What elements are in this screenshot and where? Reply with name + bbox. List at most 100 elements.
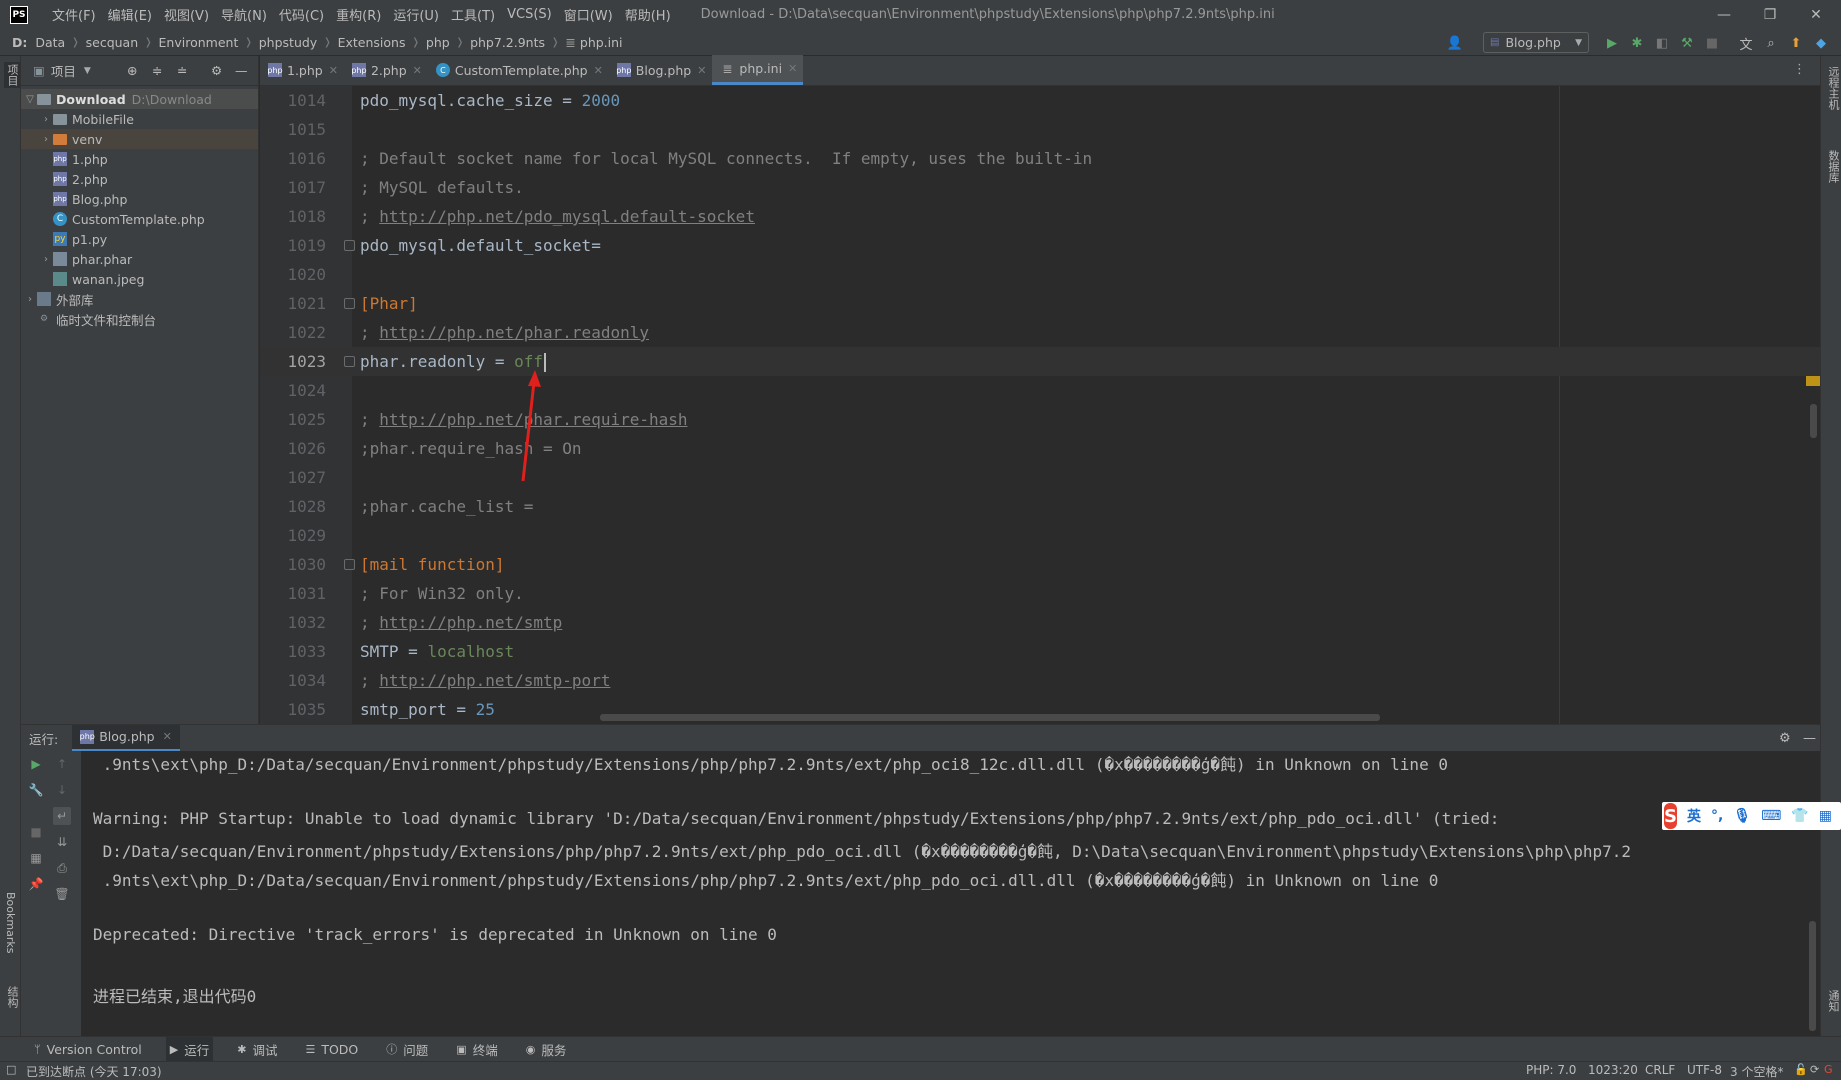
breadcrumb-drive[interactable]: D: — [8, 35, 31, 50]
menu-navigate[interactable]: 导航(N) — [215, 5, 273, 24]
tree-item-external-libs[interactable]: › 外部库 — [21, 289, 258, 309]
google-icon[interactable]: G — [1824, 1063, 1833, 1076]
locate-icon[interactable]: ⊕ — [127, 63, 137, 78]
close-window-icon[interactable]: ✕ — [1793, 0, 1839, 29]
run-tab-blog-php[interactable]: php Blog.php ✕ — [72, 724, 180, 752]
soft-wrap-icon[interactable]: ↵ — [53, 807, 71, 825]
menu-tools[interactable]: 工具(T) — [445, 5, 501, 24]
expand-all-icon[interactable]: ≑ — [152, 63, 162, 78]
tab-blog-php[interactable]: php Blog.php ✕ — [609, 55, 713, 85]
tree-item-venv[interactable]: › venv — [21, 129, 258, 149]
update-icon[interactable]: ⬆ — [1787, 34, 1805, 52]
trash-icon[interactable]: 🗑 — [53, 885, 71, 903]
tree-item-wanan-jpeg[interactable]: wanan.jpeg — [21, 269, 258, 289]
gear-icon[interactable]: ⚙ — [211, 63, 222, 78]
down-arrow-icon[interactable]: ↓ — [53, 781, 71, 799]
notifications-tool-button[interactable]: 通知 — [1825, 990, 1841, 1012]
tree-item-1-php[interactable]: php 1.php — [21, 149, 258, 169]
gear-icon[interactable]: ⚙ — [1779, 731, 1791, 746]
sync-icon[interactable]: ⟳ — [1810, 1063, 1819, 1076]
close-tab-icon[interactable]: ✕ — [788, 62, 797, 75]
tab-php-ini[interactable]: ≣ php.ini ✕ — [712, 55, 804, 85]
breadcrumb-extensions[interactable]: Extensions — [334, 35, 410, 50]
chevron-down-icon[interactable]: ▽ — [23, 94, 37, 105]
menu-help[interactable]: 帮助(H) — [619, 5, 677, 24]
restore-icon[interactable]: ❐ — [1747, 0, 1793, 29]
tree-root[interactable]: ▽ Download D:\Download — [21, 89, 258, 109]
tab-2-php[interactable]: php 2.php ✕ — [344, 55, 428, 85]
breadcrumb-secquan[interactable]: secquan — [82, 35, 143, 50]
menu-grid-icon[interactable]: ▦ — [1819, 808, 1832, 824]
close-tab-icon[interactable]: ✕ — [329, 64, 338, 77]
minimize-icon[interactable]: — — [1701, 0, 1747, 29]
tree-item-p1-py[interactable]: py p1.py — [21, 229, 258, 249]
chevron-right-icon[interactable]: › — [39, 114, 53, 125]
close-tab-icon[interactable]: ✕ — [163, 730, 172, 743]
tool-terminal[interactable]: ▣ 终端 — [452, 1037, 501, 1062]
ime-punct-toggle[interactable]: °, — [1711, 808, 1723, 824]
menu-edit[interactable]: 编辑(E) — [102, 5, 158, 24]
chevron-down-icon[interactable]: ▼ — [84, 66, 91, 76]
wrench-icon[interactable]: 🔧 — [27, 781, 45, 799]
close-tab-icon[interactable]: ✕ — [697, 64, 706, 77]
status-indent[interactable]: 3 个空格* — [1730, 1063, 1783, 1080]
stop-icon[interactable]: ■ — [1703, 34, 1721, 52]
bookmarks-tool-button[interactable]: Bookmarks — [4, 892, 17, 953]
chevron-right-icon[interactable]: › — [39, 134, 53, 145]
status-message[interactable]: 已到达断点 (今天 17:03) — [26, 1063, 162, 1080]
chevron-right-icon[interactable]: › — [23, 294, 37, 305]
menu-window[interactable]: 窗口(W) — [558, 5, 619, 24]
menu-file[interactable]: 文件(F) — [46, 5, 102, 24]
project-tool-button[interactable]: 项目 — [4, 62, 20, 88]
build-icon[interactable]: ⚒ — [1678, 34, 1696, 52]
database-tool-button[interactable]: 数据库 — [1825, 150, 1841, 183]
status-php-version[interactable]: PHP: 7.0 — [1526, 1063, 1576, 1077]
code-editor[interactable]: 1014 pdo_mysql.cache_size = 2000 1015 101… — [260, 86, 1820, 724]
tool-debug[interactable]: ✱ 调试 — [233, 1037, 281, 1062]
hide-panel-icon[interactable]: — — [1803, 731, 1816, 746]
menu-code[interactable]: 代码(C) — [273, 5, 330, 24]
close-tab-icon[interactable]: ✕ — [413, 64, 422, 77]
menu-view[interactable]: 视图(V) — [158, 5, 215, 24]
jetbrains-icon[interactable]: ◆ — [1812, 34, 1830, 52]
status-toggle-icon[interactable]: □ — [6, 1063, 16, 1076]
collapse-all-icon[interactable]: ≐ — [177, 63, 187, 78]
rerun-icon[interactable]: ▶ — [27, 755, 45, 773]
hide-panel-icon[interactable]: — — [235, 63, 248, 78]
close-tab-icon[interactable]: ✕ — [594, 64, 603, 77]
microphone-icon[interactable]: 🎙 — [1733, 808, 1751, 824]
breadcrumb-php[interactable]: php — [422, 35, 454, 50]
tree-item-phar[interactable]: › phar.phar — [21, 249, 258, 269]
run-config-selector[interactable]: ▤ Blog.php ▼ — [1483, 32, 1589, 53]
console-scrollbar[interactable] — [1809, 921, 1816, 1031]
tab-1-php[interactable]: php 1.php ✕ — [260, 55, 344, 85]
tree-item-customtemplate-php[interactable]: C CustomTemplate.php — [21, 209, 258, 229]
breadcrumb-file[interactable]: ≣ php.ini — [561, 35, 626, 50]
scroll-to-end-icon[interactable]: ⇊ — [53, 833, 71, 851]
more-tabs-icon[interactable]: ⋮ — [1793, 62, 1806, 77]
pin-icon[interactable]: 📌 — [27, 875, 45, 893]
status-caret-position[interactable]: 1023:20 — [1588, 1063, 1638, 1077]
status-line-separator[interactable]: CRLF — [1645, 1063, 1675, 1077]
keyboard-icon[interactable]: ⌨ — [1761, 808, 1781, 824]
project-panel-title[interactable]: 项目 — [51, 61, 76, 80]
run-icon[interactable]: ▶ — [1603, 34, 1621, 52]
tree-item-scratches[interactable]: ⚙ 临时文件和控制台 — [21, 309, 258, 329]
tree-item-blog-php[interactable]: php Blog.php — [21, 189, 258, 209]
debug-icon[interactable]: ✱ — [1628, 34, 1646, 52]
structure-tool-button[interactable]: 结构 — [4, 986, 20, 1008]
menu-refactor[interactable]: 重构(R) — [330, 5, 387, 24]
breadcrumb-phpstudy[interactable]: phpstudy — [255, 35, 321, 50]
lock-icon[interactable]: 🔓 — [1794, 1063, 1808, 1076]
print-icon[interactable]: ⎙ — [53, 859, 71, 877]
user-icon[interactable]: 👤 — [1446, 34, 1464, 52]
breadcrumb-data[interactable]: Data — [31, 35, 69, 50]
tool-problems[interactable]: ⓘ 问题 — [382, 1037, 432, 1062]
layout-icon[interactable]: ▦ — [27, 849, 45, 867]
up-arrow-icon[interactable]: ↑ — [53, 755, 71, 773]
skin-icon[interactable]: 👕 — [1791, 808, 1808, 824]
tool-run[interactable]: ▶ 运行 — [165, 1036, 214, 1062]
chevron-right-icon[interactable]: › — [39, 254, 53, 265]
menu-vcs[interactable]: VCS(S) — [501, 7, 558, 22]
tree-item-2-php[interactable]: php 2.php — [21, 169, 258, 189]
